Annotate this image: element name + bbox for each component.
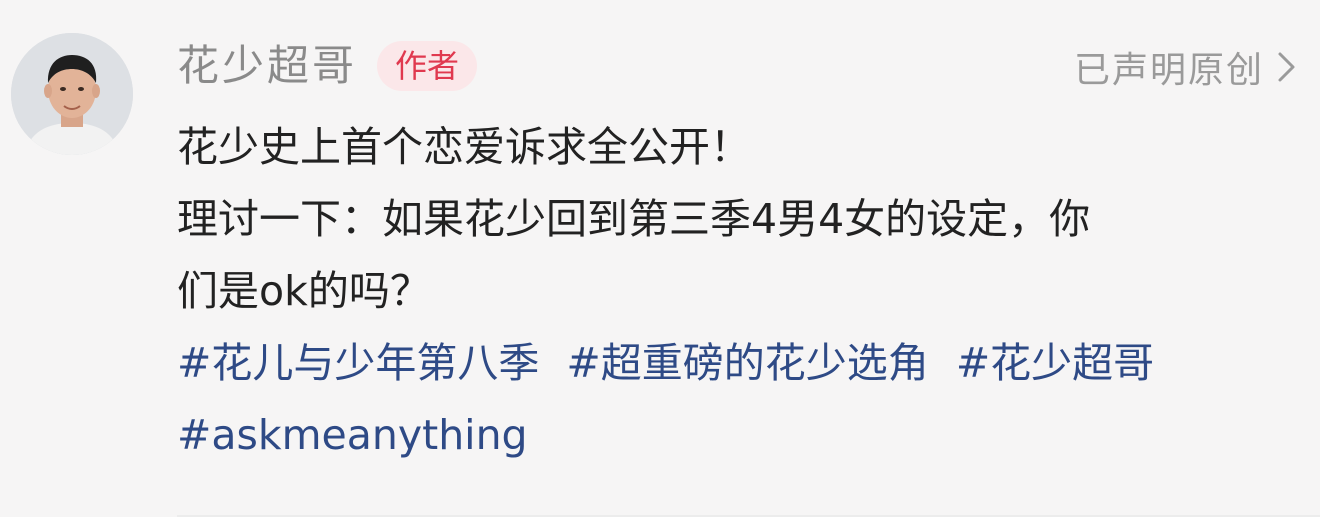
author-avatar[interactable] [11, 33, 133, 155]
post-text-line: 花少史上首个恋爱诉求全公开！ [177, 123, 751, 171]
author-name[interactable]: 花少超哥 [177, 36, 357, 96]
hashtag-link[interactable]: #askmeanything [177, 411, 528, 459]
person-avatar-icon [11, 33, 133, 155]
original-declaration-link[interactable]: 已声明原创 [1074, 40, 1298, 94]
hashtag-link[interactable]: #花儿与少年第八季 [177, 339, 539, 387]
hashtag-row: #askmeanything [177, 399, 1287, 471]
post-text-line: 们是ok的吗？ [177, 267, 431, 315]
hashtag-link[interactable]: #花少超哥 [956, 339, 1154, 387]
author-badge: 作者 [377, 41, 478, 91]
original-declaration-label: 已声明原创 [1073, 50, 1264, 91]
post-header: 花少超哥 作者 [177, 36, 478, 96]
hashtag-row: #花儿与少年第八季 #超重磅的花少选角 #花少超哥 [177, 327, 1287, 399]
post-card: 花少超哥 作者 已声明原创 花少史上首个恋爱诉求全公开！ 理讨一下：如果花少回到… [0, 0, 1320, 517]
chevron-right-icon [1278, 52, 1295, 82]
post-content: 花少史上首个恋爱诉求全公开！ 理讨一下：如果花少回到第三季4男4女的设定，你 们… [177, 111, 1287, 471]
post-text-line: 理讨一下：如果花少回到第三季4男4女的设定，你 [177, 195, 1091, 243]
hashtag-link[interactable]: #超重磅的花少选角 [566, 339, 928, 387]
